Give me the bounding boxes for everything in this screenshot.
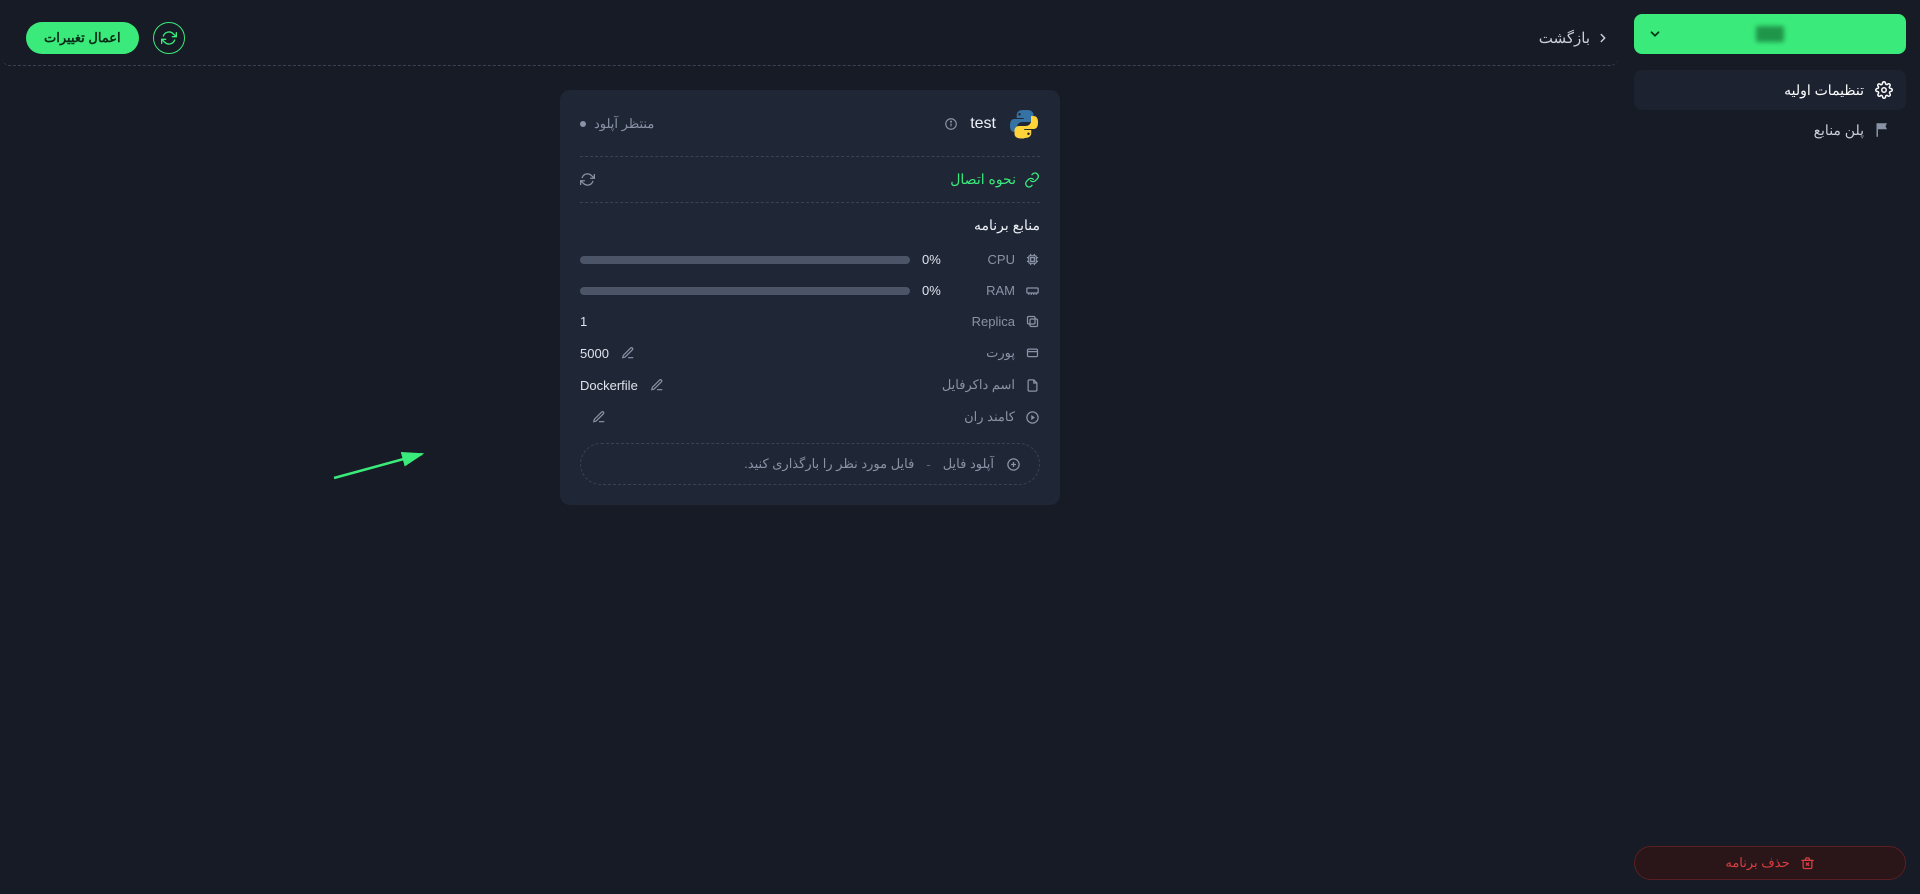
metric-label: RAM [986,283,1015,298]
sidebar-item-resources-plan[interactable]: پلن منابع [1634,110,1906,150]
app-identity: test [944,108,1040,140]
project-dropdown[interactable] [1634,14,1906,54]
metric-value: 0% [922,252,941,267]
flag-icon [1874,120,1894,140]
metric-label: پورت [986,345,1015,361]
ram-icon [1025,283,1040,298]
refresh-button[interactable] [153,22,185,54]
link-icon [1024,172,1040,188]
apply-label: اعمال تغییرات [44,30,121,45]
replica-icon [1025,314,1040,329]
brand-logo [1756,26,1784,42]
pencil-icon [650,378,664,392]
apply-changes-button[interactable]: اعمال تغییرات [26,22,139,54]
edit-dockerfile-button[interactable] [650,378,664,392]
card-header: test منتظر آپلود [580,108,1040,157]
chevron-right-icon [1596,31,1610,45]
cpu-icon [1025,252,1040,267]
resources-title: منابع برنامه [580,217,1040,234]
sidebar-nav: تنظیمات اولیه پلن منابع [1634,70,1906,846]
metric-value: 0% [922,283,941,298]
metric-row-replica: Replica 1 [580,306,1040,337]
metric-row-cpu: CPU 0% [580,244,1040,275]
sidebar-item-label: پلن منابع [1814,122,1864,139]
cpu-progress [580,256,910,264]
back-label: بازگشت [1539,29,1590,47]
python-icon [1008,108,1040,140]
play-icon [1025,410,1040,425]
metric-value: Dockerfile [580,378,638,393]
sidebar-item-initial-settings[interactable]: تنظیمات اولیه [1634,70,1906,110]
connection-label: نحوه اتصال [950,171,1016,188]
card-refresh-button[interactable] [580,172,595,187]
back-button[interactable]: بازگشت [1539,29,1610,47]
pencil-icon [621,346,635,360]
metric-label: کامند ران [964,409,1015,425]
chevron-down-icon [1648,27,1662,41]
app-card: test منتظر آپلود نحوه اتصال منابع برنا [560,90,1060,505]
upload-title: آپلود فایل [943,456,994,472]
metric-value: 1 [580,314,587,329]
metric-label: CPU [988,252,1015,267]
metric-label: Replica [972,314,1015,329]
app-status: منتظر آپلود [580,116,654,132]
metric-row-port: پورت 5000 [580,337,1040,369]
port-icon [1025,346,1040,361]
card-subheader: نحوه اتصال [580,157,1040,203]
plus-circle-icon [1006,457,1021,472]
metric-row-ram: RAM 0% [580,275,1040,306]
sidebar: تنظیمات اولیه پلن منابع حذف برنامه [1634,14,1906,880]
edit-port-button[interactable] [621,346,635,360]
trash-icon [1800,856,1815,871]
topbar: بازگشت اعمال تغییرات [2,10,1618,66]
main-area: بازگشت اعمال تغییرات test [0,0,1620,894]
sidebar-item-label: تنظیمات اولیه [1784,82,1864,99]
metric-value: 5000 [580,346,609,361]
status-dot-icon [580,121,586,127]
metric-row-dockerfile: اسم داکرفایل Dockerfile [580,369,1040,401]
upload-file-box[interactable]: آپلود فایل - فایل مورد نظر را بارگذاری ک… [580,443,1040,485]
metric-label: اسم داکرفایل [942,377,1015,393]
delete-app-button[interactable]: حذف برنامه [1634,846,1906,880]
status-label: منتظر آپلود [594,116,654,132]
metric-row-command: کامند ران [580,401,1040,433]
app-name: test [970,115,996,133]
refresh-icon [580,172,595,187]
gear-icon [1874,80,1894,100]
refresh-icon [161,30,177,46]
pencil-icon [592,410,606,424]
file-icon [1025,378,1040,393]
delete-label: حذف برنامه [1725,855,1789,871]
upload-hint: فایل مورد نظر را بارگذاری کنید. [744,456,914,472]
ram-progress [580,287,910,295]
edit-command-button[interactable] [592,410,606,424]
info-icon[interactable] [944,117,958,131]
connection-link[interactable]: نحوه اتصال [950,171,1040,188]
